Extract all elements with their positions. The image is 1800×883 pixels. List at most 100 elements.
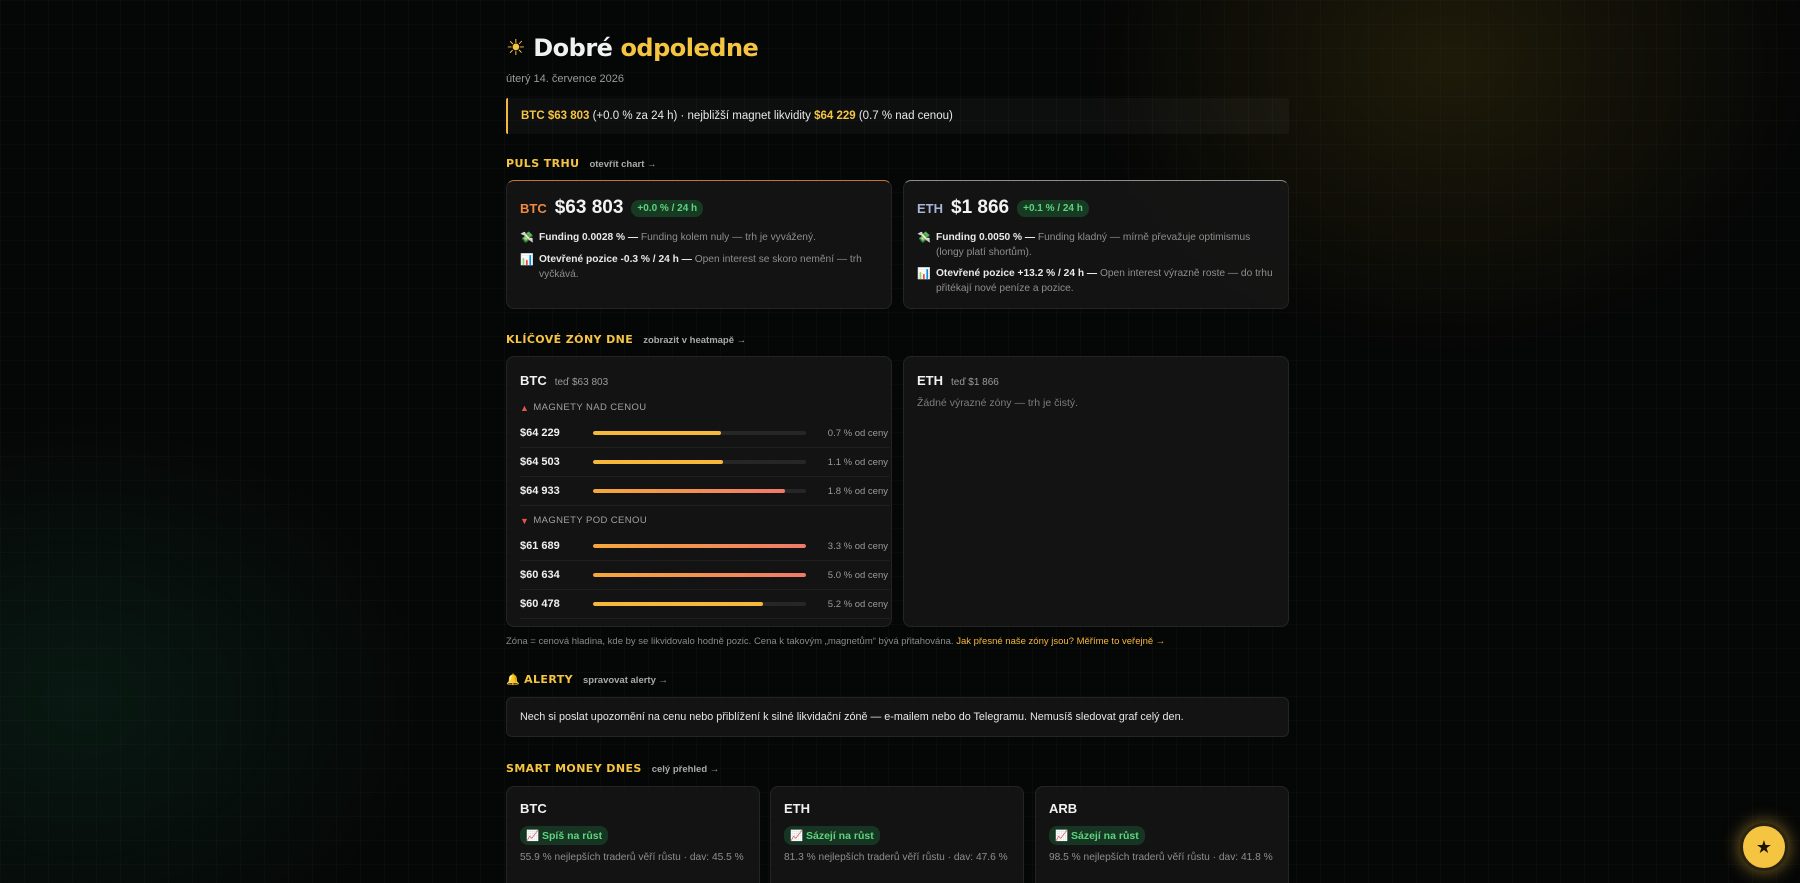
pulse-eth-oi-value: Otevřené pozice +13.2 % / 24 h — bbox=[936, 268, 1098, 279]
smart-money-title: SMART MONEY DNES bbox=[506, 762, 642, 775]
pulse-btc-oi: 📊 Otevřené pozice -0.3 % / 24 h — Open i… bbox=[520, 253, 880, 282]
alerts-box: Nech si poslat upozornění na cenu nebo p… bbox=[506, 697, 1289, 737]
zone-strength-fill bbox=[593, 573, 806, 577]
smart-money-card-btc[interactable]: BTC 📈 Spíš na růst 55.9 % nejlepších tra… bbox=[506, 786, 760, 883]
greeting-accent: odpoledne bbox=[620, 34, 759, 62]
zones-btc-now: teď $63 803 bbox=[554, 377, 609, 388]
chart-icon: 📊 bbox=[917, 268, 931, 280]
favorites-fab-button[interactable]: ★ bbox=[1740, 823, 1788, 871]
pulse-eth-price: $1 866 bbox=[951, 197, 1010, 218]
zones-section-header: KLÍČOVÉ ZÓNY DNE zobrazit v heatmapě → bbox=[506, 333, 746, 346]
zones-note-link[interactable]: Jak přesné naše zóny jsou? Měříme to veř… bbox=[956, 636, 1165, 647]
pulse-card-btc: BTC $63 803 +0.0 % / 24 h 💸 Funding 0.00… bbox=[506, 180, 892, 309]
alerts-link[interactable]: spravovat alerty → bbox=[583, 675, 668, 686]
sm-symbol: BTC bbox=[520, 801, 547, 816]
zone-price: $61 689 bbox=[520, 540, 560, 552]
zone-distance: 0.7 % od ceny bbox=[827, 427, 888, 439]
zones-above-label: ▲ MAGNETY NAD CENOU bbox=[520, 402, 647, 413]
sun-icon: ☀ bbox=[506, 35, 526, 61]
zone-strength-bar bbox=[593, 573, 806, 577]
zones-title: KLÍČOVÉ ZÓNY DNE bbox=[506, 333, 634, 346]
zone-strength-fill bbox=[593, 460, 723, 464]
pulse-eth-symbol: ETH bbox=[917, 200, 943, 216]
zone-strength-bar bbox=[593, 431, 806, 435]
zone-strength-bar bbox=[593, 489, 806, 493]
pulse-btc-price: $63 803 bbox=[554, 197, 624, 218]
sm-tag: 📈 Sázejí na růst bbox=[1049, 826, 1145, 845]
zones-card-eth: ETH teď $1 866 Žádné výrazné zóny — trh … bbox=[903, 356, 1289, 627]
zone-distance: 5.2 % od ceny bbox=[827, 598, 888, 610]
zones-note: Zóna = cenová hladina, kde by se likvido… bbox=[506, 636, 1165, 647]
chart-icon: 📊 bbox=[520, 254, 534, 266]
sm-text: 98.5 % nejlepších traderů věří růstu · d… bbox=[1049, 852, 1273, 863]
zone-distance: 3.3 % od ceny bbox=[827, 540, 888, 552]
bell-icon: 🔔 bbox=[506, 673, 521, 686]
zone-row[interactable]: $61 689 3.3 % od ceny bbox=[520, 532, 890, 561]
sm-text: 55.9 % nejlepších traderů věří růstu · d… bbox=[520, 852, 744, 863]
zones-note-text: Zóna = cenová hladina, kde by se likvido… bbox=[506, 636, 954, 647]
alerts-title: 🔔 ALERTY bbox=[506, 673, 573, 686]
zone-strength-fill bbox=[593, 431, 721, 435]
pulse-section-header: PULS TRHU otevřít chart → bbox=[506, 157, 657, 170]
banner-magnet-note: (0.7 % nad cenou) bbox=[855, 110, 953, 122]
zone-strength-bar bbox=[593, 602, 806, 606]
zone-row[interactable]: $64 229 0.7 % od ceny bbox=[520, 419, 890, 448]
zone-price: $60 478 bbox=[520, 598, 560, 610]
pulse-btc-change: +0.0 % / 24 h bbox=[631, 199, 704, 217]
banner-magnet: $64 229 bbox=[814, 110, 856, 122]
alerts-section-header: 🔔 ALERTY spravovat alerty → bbox=[506, 673, 668, 686]
zone-row[interactable]: $60 478 5.2 % od ceny bbox=[520, 590, 890, 619]
sm-tag: 📈 Sázejí na růst bbox=[784, 826, 880, 845]
zone-distance: 1.1 % od ceny bbox=[827, 456, 888, 468]
zone-strength-bar bbox=[593, 460, 806, 464]
greeting-prefix: Dobré bbox=[533, 34, 613, 62]
sm-symbol: ARB bbox=[1049, 801, 1078, 816]
zones-btc-symbol: BTC bbox=[520, 373, 547, 388]
sm-text: 81.3 % nejlepších traderů věří růstu · d… bbox=[784, 852, 1008, 863]
pulse-title: PULS TRHU bbox=[506, 157, 580, 170]
smart-money-link[interactable]: celý přehled → bbox=[652, 764, 720, 775]
smart-money-section-header: SMART MONEY DNES celý přehled → bbox=[506, 762, 719, 775]
smart-money-card-arb[interactable]: ARB 📈 Sázejí na růst 98.5 % nejlepších t… bbox=[1035, 786, 1289, 883]
chart-up-icon: 📈 bbox=[790, 830, 804, 842]
zones-eth-now: teď $1 866 bbox=[951, 377, 999, 388]
zone-distance: 5.0 % od ceny bbox=[827, 569, 888, 581]
money-icon: 💸 bbox=[917, 232, 931, 244]
chart-up-icon: 📈 bbox=[1055, 830, 1069, 842]
zones-card-btc: BTC teď $63 803 ▲ MAGNETY NAD CENOU $64 … bbox=[506, 356, 892, 627]
pulse-eth-funding-value: Funding 0.0050 % — bbox=[936, 232, 1036, 243]
smart-money-card-eth[interactable]: ETH 📈 Sázejí na růst 81.3 % nejlepších t… bbox=[770, 786, 1024, 883]
pulse-eth-change: +0.1 % / 24 h bbox=[1017, 199, 1089, 217]
zones-eth-empty: Žádné výrazné zóny — trh je čistý. bbox=[917, 397, 1079, 409]
zone-strength-fill bbox=[593, 544, 806, 548]
zone-row[interactable]: $64 933 1.8 % od ceny bbox=[520, 477, 890, 506]
zone-price: $64 503 bbox=[520, 456, 560, 468]
pulse-eth-funding: 💸 Funding 0.0050 % — Funding kladný — mí… bbox=[917, 231, 1277, 260]
chart-up-icon: 📈 bbox=[526, 830, 540, 842]
down-triangle-icon: ▼ bbox=[520, 515, 530, 526]
zone-strength-fill bbox=[593, 489, 785, 493]
pulse-btc-symbol: BTC bbox=[520, 200, 547, 216]
zone-strength-bar bbox=[593, 544, 806, 548]
zone-distance: 1.8 % od ceny bbox=[827, 485, 888, 497]
star-icon: ★ bbox=[1755, 836, 1773, 857]
pulse-btc-oi-value: Otevřené pozice -0.3 % / 24 h — bbox=[539, 254, 692, 265]
zone-strength-fill bbox=[593, 602, 764, 606]
zone-price: $64 933 bbox=[520, 485, 560, 497]
zone-row[interactable]: $60 634 5.0 % od ceny bbox=[520, 561, 890, 590]
zone-row[interactable]: $64 503 1.1 % od ceny bbox=[520, 448, 890, 477]
pulse-eth-oi: 📊 Otevřené pozice +13.2 % / 24 h — Open … bbox=[917, 267, 1277, 296]
pulse-card-eth: ETH $1 866 +0.1 % / 24 h 💸 Funding 0.005… bbox=[903, 180, 1289, 309]
money-icon: 💸 bbox=[520, 232, 534, 244]
greeting: ☀ Dobré odpoledne bbox=[506, 34, 759, 62]
pulse-link[interactable]: otevřít chart → bbox=[589, 159, 656, 170]
pulse-btc-funding-text: Funding kolem nuly — trh je vyvážený. bbox=[640, 232, 816, 243]
pulse-btc-funding-value: Funding 0.0028 % — bbox=[539, 232, 639, 243]
zone-price: $64 229 bbox=[520, 427, 560, 439]
zones-eth-symbol: ETH bbox=[917, 373, 943, 388]
date: úterý 14. července 2026 bbox=[506, 73, 625, 85]
price-banner: BTC $63 803 (+0.0 % za 24 h) · nejbližší… bbox=[506, 98, 1289, 134]
zone-price: $60 634 bbox=[520, 569, 560, 581]
zones-link[interactable]: zobrazit v heatmapě → bbox=[643, 335, 746, 346]
sm-symbol: ETH bbox=[784, 801, 810, 816]
